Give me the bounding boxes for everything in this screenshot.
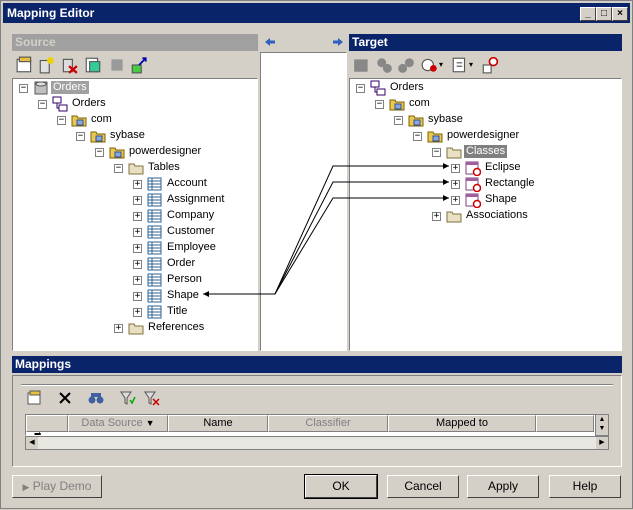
column-data-source[interactable]: Data Source ▼	[68, 415, 168, 432]
play-demo-button[interactable]: ▶ Play Demo	[12, 475, 102, 498]
ok-button[interactable]: OK	[304, 474, 378, 499]
find-icon[interactable]	[87, 390, 105, 406]
mappings-grid[interactable]: Data Source ▼ Name Classifier Mapped to …	[25, 414, 609, 436]
grid-horizontal-scrollbar[interactable]: ◀ ▶	[25, 436, 609, 450]
scroll-right-icon[interactable]: ▶	[596, 437, 608, 449]
delete-mapping-icon[interactable]	[57, 390, 73, 406]
mappings-header: Mappings	[12, 356, 622, 373]
column-mapped-to[interactable]: Mapped to	[388, 415, 536, 432]
help-button[interactable]: Help	[549, 475, 621, 498]
column-spacer	[536, 415, 594, 432]
properties-icon[interactable]	[26, 390, 44, 406]
play-icon: ▶	[22, 482, 30, 492]
grid-vertical-scrollbar[interactable]: ▲ ▼	[595, 414, 609, 436]
mappings-header-label: Mappings	[15, 357, 71, 371]
sort-dropdown-icon[interactable]: ▼	[146, 418, 155, 428]
scroll-left-icon[interactable]: ◀	[26, 437, 38, 449]
clear-filter-icon[interactable]	[143, 390, 161, 406]
column-name[interactable]: Name	[168, 415, 268, 432]
column-classifier[interactable]: Classifier	[268, 415, 388, 432]
filter-icon[interactable]	[119, 390, 137, 406]
row-header-column	[26, 415, 68, 432]
mapping-editor-window: Mapping Editor _ □ × Source − Orders − Orde…	[0, 0, 633, 509]
scroll-down-icon[interactable]: ▼	[596, 424, 608, 433]
apply-button[interactable]: Apply	[467, 475, 539, 498]
toolbar-separator	[21, 384, 613, 386]
mappings-panel: Data Source ▼ Name Classifier Mapped to …	[12, 375, 622, 467]
cancel-button[interactable]: Cancel	[387, 475, 459, 498]
current-row-arrow-icon: ➡	[34, 429, 42, 436]
scroll-up-icon[interactable]: ▲	[596, 415, 608, 424]
